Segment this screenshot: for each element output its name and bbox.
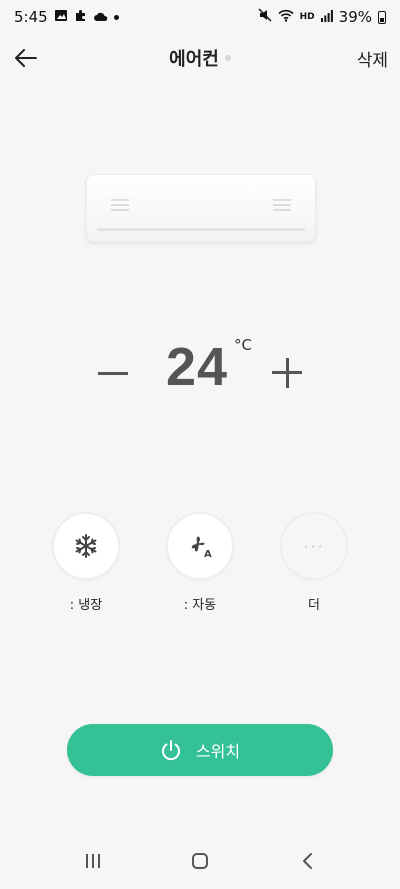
- notification-dot-icon: [113, 14, 119, 20]
- arrow-left-icon: [15, 49, 37, 67]
- power-switch-button[interactable]: 스위치: [67, 724, 333, 776]
- recent-apps-button[interactable]: [73, 841, 113, 881]
- svg-text:A: A: [204, 549, 212, 560]
- status-bar: 5:45 HD 39%: [0, 0, 400, 34]
- mode-options: : 냉장 A : 자동 ··· 더: [0, 512, 400, 622]
- wifi-icon: [278, 8, 294, 26]
- temperature-unit: °C: [234, 336, 252, 354]
- status-time: 5:45: [14, 8, 48, 26]
- mute-icon: [258, 8, 272, 26]
- air-conditioner-illustration: [86, 174, 316, 242]
- gallery-icon: [54, 8, 68, 26]
- ac-grill-right: [273, 199, 291, 214]
- mode-cool-button[interactable]: : 냉장: [50, 512, 122, 613]
- battery-icon: [378, 10, 386, 24]
- more-button[interactable]: ··· 더: [278, 512, 350, 613]
- puzzle-icon: [74, 8, 87, 26]
- more-label: 더: [308, 598, 320, 613]
- temperature-decrease-button[interactable]: [96, 356, 130, 390]
- mode-auto-label: : 자동: [183, 598, 217, 613]
- back-icon: [302, 852, 312, 869]
- temperature-control: 24 °C: [0, 330, 400, 410]
- temperature-value: 24: [166, 337, 229, 397]
- more-circle[interactable]: ···: [280, 512, 348, 580]
- power-switch-label: 스위치: [195, 742, 241, 761]
- more-dots-icon: ···: [303, 536, 325, 556]
- system-back-button[interactable]: [287, 841, 327, 881]
- temperature-increase-button[interactable]: [270, 356, 304, 390]
- system-nav-bar: [0, 832, 400, 889]
- recent-apps-icon: [86, 853, 101, 868]
- fan-auto-icon: A: [191, 536, 212, 560]
- power-icon: [161, 740, 180, 761]
- app-header: 에어컨 삭제: [0, 34, 400, 82]
- snowflake-icon: [75, 534, 97, 558]
- cloud-icon: [93, 8, 108, 26]
- home-button[interactable]: [180, 841, 220, 881]
- ac-air-outlet: [97, 228, 305, 231]
- home-icon: [191, 852, 208, 869]
- status-dot-icon: [224, 55, 231, 61]
- page-title: 에어컨: [169, 49, 219, 70]
- ac-grill-left: [111, 199, 129, 214]
- mode-cool-circle[interactable]: [52, 512, 120, 580]
- status-left: 5:45: [14, 8, 119, 26]
- title-wrap: 에어컨: [169, 45, 231, 71]
- mode-cool-label: : 냉장: [69, 598, 103, 613]
- mode-auto-button[interactable]: A : 자동: [164, 512, 236, 613]
- status-right: HD 39%: [258, 8, 386, 26]
- battery-percent: 39%: [338, 8, 372, 26]
- mode-auto-circle[interactable]: A: [166, 512, 234, 580]
- delete-button[interactable]: 삭제: [357, 46, 388, 71]
- hd-voice-icon: HD: [299, 11, 315, 22]
- minus-icon: [98, 371, 128, 375]
- signal-icon: [320, 8, 333, 26]
- back-button[interactable]: [10, 42, 42, 74]
